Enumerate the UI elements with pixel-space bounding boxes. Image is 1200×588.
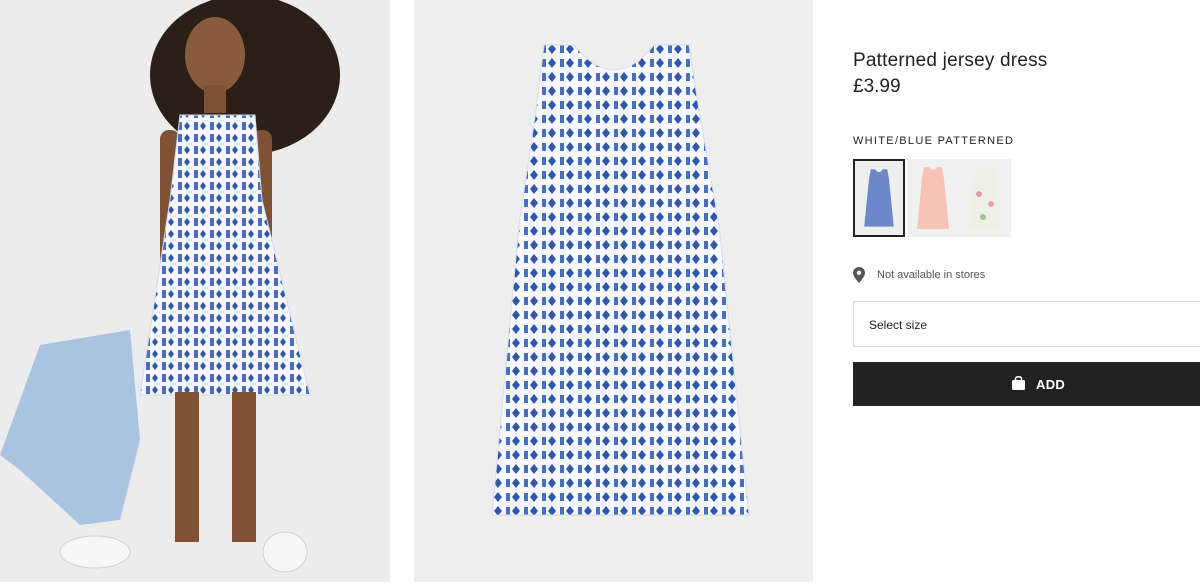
add-button-label: ADD [1036,377,1066,392]
selected-color-label: WHITE/BLUE PATTERNED [853,135,1015,147]
product-price: £3.99 [853,76,901,97]
product-image-flat[interactable] [414,0,813,582]
location-pin-icon [853,267,865,283]
color-swatch-white-blue[interactable] [853,159,905,237]
color-swatch-floral[interactable] [959,159,1011,237]
shopping-bag-icon [1012,376,1025,390]
color-swatches [853,159,1013,237]
add-to-bag-button[interactable]: ADD [853,362,1200,406]
product-info: Patterned jersey dress £3.99 WHITE/BLUE … [853,0,1200,588]
size-select[interactable]: Select size [853,301,1200,347]
product-image-model[interactable] [0,0,390,582]
store-availability-text: Not available in stores [877,269,986,281]
color-swatch-pink[interactable] [907,159,959,237]
product-title: Patterned jersey dress [853,50,1048,71]
product-page: Patterned jersey dress £3.99 WHITE/BLUE … [0,0,1200,588]
store-availability: Not available in stores [853,266,1193,284]
size-select-placeholder: Select size [869,318,928,332]
